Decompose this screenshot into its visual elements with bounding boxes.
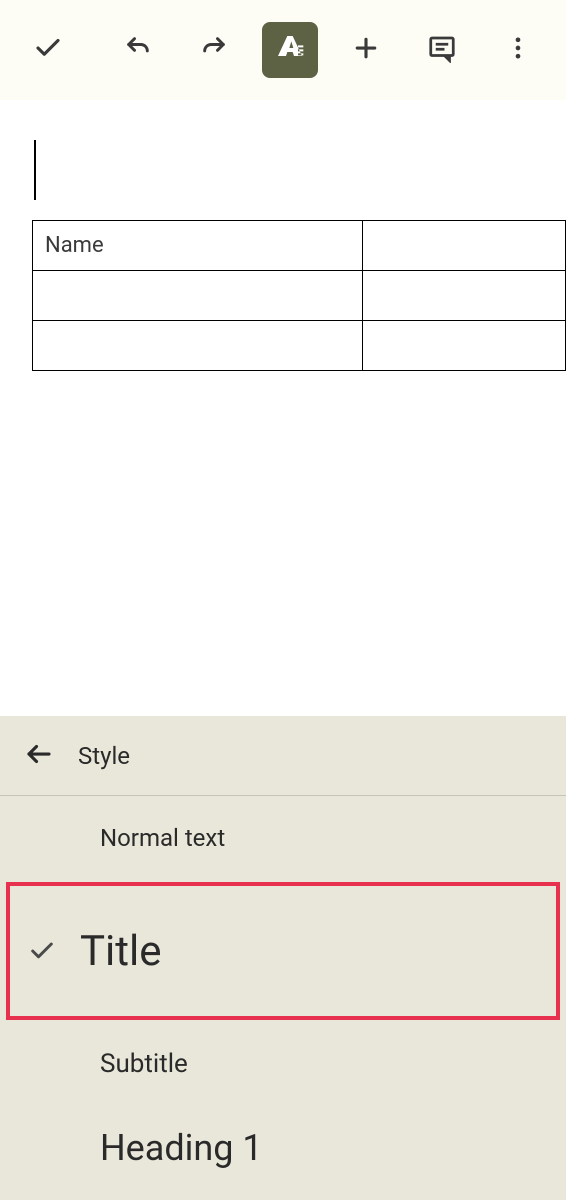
arrow-left-icon	[24, 754, 54, 773]
style-option-heading1[interactable]: Heading 1	[0, 1106, 566, 1190]
table-cell[interactable]	[363, 271, 566, 321]
table-cell[interactable]	[33, 271, 363, 321]
redo-icon	[200, 34, 228, 66]
insert-button[interactable]	[338, 22, 394, 78]
highlighted-style-option: Title	[6, 882, 560, 1020]
text-cursor-line[interactable]	[32, 140, 566, 210]
style-option-label: Heading 1	[24, 1127, 263, 1169]
style-option-label: Normal text	[24, 824, 225, 852]
document-area[interactable]: Name	[0, 100, 566, 371]
style-option-label: Title	[80, 927, 162, 976]
table-cell-header[interactable]: Name	[33, 221, 363, 271]
comment-button[interactable]	[414, 22, 470, 78]
redo-button[interactable]	[186, 22, 242, 78]
toolbar-actions	[110, 22, 546, 78]
text-cursor	[34, 140, 36, 200]
more-vertical-icon	[504, 34, 532, 66]
comment-icon	[427, 33, 457, 67]
back-button[interactable]	[24, 739, 54, 773]
style-panel: Style Normal text Title Subtitle Heading…	[0, 716, 566, 1200]
undo-button[interactable]	[110, 22, 166, 78]
top-toolbar	[0, 0, 566, 100]
format-text-icon	[274, 32, 306, 68]
style-panel-header: Style	[0, 716, 566, 796]
selected-check-icon	[28, 937, 80, 965]
document-table[interactable]: Name	[32, 220, 566, 371]
table-cell-header[interactable]	[363, 221, 566, 271]
format-button[interactable]	[262, 22, 318, 78]
table-row[interactable]	[33, 271, 566, 321]
table-cell[interactable]	[33, 321, 363, 371]
table-cell[interactable]	[363, 321, 566, 371]
panel-title: Style	[78, 742, 130, 770]
style-option-subtitle[interactable]: Subtitle	[0, 1022, 566, 1106]
undo-icon	[124, 34, 152, 66]
table-row[interactable]	[33, 321, 566, 371]
style-option-title[interactable]: Title	[10, 886, 556, 1016]
style-option-normal[interactable]: Normal text	[0, 796, 566, 880]
accept-button[interactable]	[20, 22, 76, 78]
table-row[interactable]: Name	[33, 221, 566, 271]
style-option-label: Subtitle	[24, 1049, 188, 1079]
check-icon	[33, 33, 63, 67]
plus-icon	[351, 33, 381, 67]
more-button[interactable]	[490, 22, 546, 78]
